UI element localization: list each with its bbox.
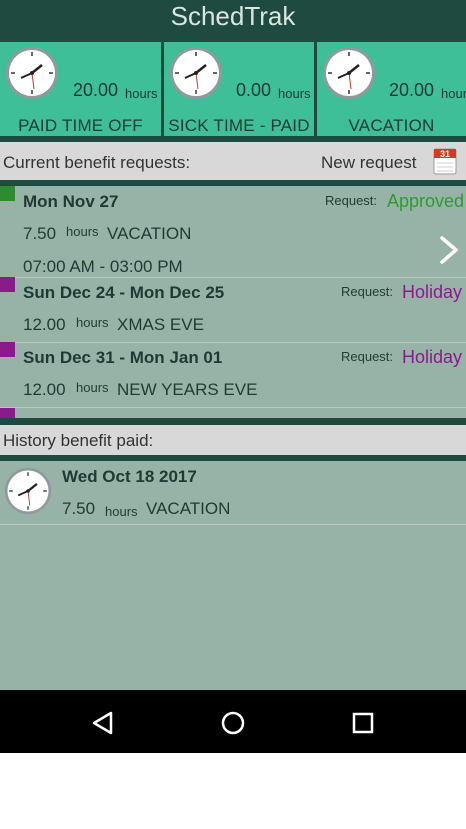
balance-hours: 0.00 [236, 80, 272, 100]
status-badge: Approved [387, 191, 465, 211]
history-title: History benefit paid: [3, 431, 154, 450]
current-requests-title: Current benefit requests: [3, 153, 191, 172]
chevron-right-icon[interactable] [436, 235, 462, 265]
request-label: Request: [341, 349, 394, 364]
status-badge: Holiday [402, 347, 463, 367]
current-requests-header: Current benefit requests: New request 31 [0, 142, 466, 180]
status-badge: Holiday [402, 282, 463, 302]
back-icon[interactable] [90, 710, 116, 736]
clock-icon [6, 47, 58, 99]
request-type: VACATION [107, 224, 192, 243]
title-bar: SchedTrak [0, 0, 466, 40]
request-hours-unit: hours [66, 224, 99, 239]
divider [0, 418, 466, 425]
new-request-button[interactable]: New request [321, 153, 416, 173]
request-hours: 12.00 [23, 315, 66, 334]
balance-hours: 20.00 [73, 80, 119, 100]
balance-unit: hours [125, 86, 158, 101]
request-hours-unit: hours [76, 380, 109, 395]
balance-tile-vacation[interactable]: 20.00 hours VACATION [317, 42, 466, 136]
request-hours: 7.50 [23, 224, 57, 243]
request-type: NEW YEARS EVE [117, 380, 258, 399]
request-date: Sun Dec 31 - Mon Jan 01 [23, 348, 223, 367]
home-icon[interactable] [220, 710, 246, 736]
request-label: Request: [325, 193, 378, 208]
clock-icon [323, 47, 375, 99]
history-item[interactable]: Wed Oct 18 2017 7.50 hours VACATION [0, 461, 466, 525]
status-marker [0, 277, 15, 292]
request-time: 07:00 AM - 03:00 PM [23, 257, 183, 276]
clock-icon [170, 47, 222, 99]
balance-unit: hours [278, 86, 311, 101]
request-hours: 12.00 [23, 380, 66, 399]
request-date: Sun Dec 24 - Mon Dec 25 [23, 283, 225, 302]
request-date: Mon Nov 27 [23, 192, 119, 211]
history-header: History benefit paid: [0, 425, 466, 455]
status-marker [0, 408, 15, 418]
calendar-icon[interactable]: 31 [433, 147, 457, 175]
request-hours-unit: hours [76, 315, 109, 330]
balance-tile-sick-time[interactable]: 0.00 hours SICK TIME - PAID [164, 42, 314, 136]
history-type: VACATION [146, 499, 231, 518]
balance-hours: 20.00 [389, 80, 435, 100]
request-label: Request: [341, 284, 394, 299]
balance-tiles: 20.00 hours PAID TIME OFF 0.00 hours SIC… [0, 40, 466, 136]
history-hours: 7.50 [62, 499, 96, 518]
balance-label: PAID TIME OFF [18, 116, 143, 135]
balance-tile-paid-time-off[interactable]: 20.00 hours PAID TIME OFF [0, 42, 161, 136]
clock-icon [4, 467, 52, 515]
app-title: SchedTrak [170, 1, 296, 31]
status-marker [0, 342, 15, 357]
history-hours-unit: hours [105, 504, 138, 519]
list-item[interactable]: Sun Dec 31 - Mon Jan 01 Request: Holiday… [0, 342, 466, 408]
app-screen: SchedTrak 20.00 hours PAID TIME OFF 0.00… [0, 0, 466, 690]
balance-label: SICK TIME - PAID [168, 116, 310, 135]
list-item[interactable]: Mon Nov 27 Request: Approved 7.50 hours … [0, 186, 466, 278]
request-type: XMAS EVE [117, 315, 204, 334]
recents-icon[interactable] [351, 711, 375, 735]
calendar-day: 31 [440, 149, 450, 159]
history-date: Wed Oct 18 2017 [62, 467, 197, 486]
list-item[interactable]: Sun Dec 24 - Mon Dec 25 Request: Holiday… [0, 277, 466, 343]
system-nav-bar [0, 690, 466, 753]
balance-label: VACATION [348, 116, 435, 135]
request-list: Mon Nov 27 Request: Approved 7.50 hours … [0, 186, 466, 418]
status-marker [0, 186, 15, 201]
balance-unit: hours [441, 86, 466, 101]
